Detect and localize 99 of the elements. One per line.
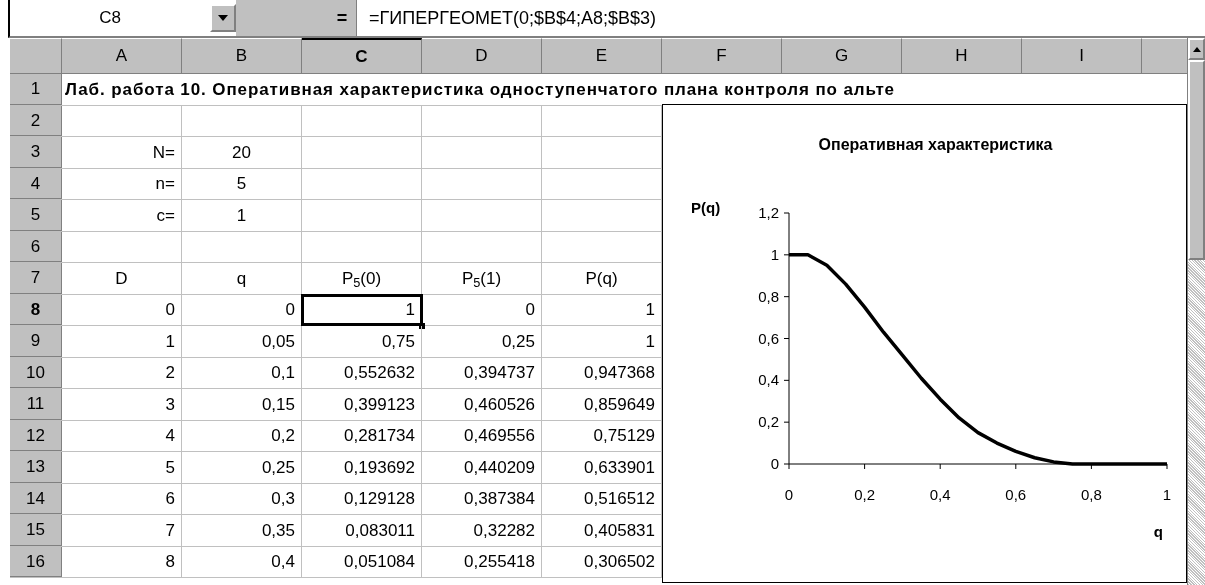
table-cell[interactable]: 0,4 [182,546,302,577]
table-cell[interactable]: 0,25 [182,452,302,483]
table-cell[interactable]: 0,32282 [422,515,542,546]
row-header[interactable]: 2 [10,105,62,136]
x-tick-label: 0,6 [1005,486,1027,503]
table-cell[interactable]: 1 [182,200,302,231]
table-cell[interactable]: 20 [182,137,302,168]
row-header[interactable]: 10 [10,357,62,388]
row-header[interactable]: 16 [10,546,62,577]
row-header[interactable]: 4 [10,168,62,199]
table-cell[interactable]: 0,1 [182,357,302,388]
table-cell[interactable]: P$_{5}$(0) [302,263,422,294]
column-header[interactable]: G [782,38,902,73]
table-cell[interactable]: 7 [62,515,182,546]
row-header[interactable]: 15 [10,515,62,546]
table-cell[interactable]: q [182,263,302,294]
row-header[interactable]: 12 [10,420,62,451]
table-cell[interactable]: 3 [62,389,182,420]
x-tick-label: 1 [1162,486,1172,503]
table-cell[interactable]: 0,05 [182,326,302,357]
table-cell[interactable]: 0,75 [302,326,422,357]
y-tick-label: 0,6 [758,329,779,347]
x-tick-label: 0,4 [929,486,951,503]
table-cell[interactable]: 0,399123 [302,389,422,420]
table-cell[interactable]: 1 [302,294,422,325]
table-cell[interactable]: 5 [182,168,302,199]
column-header[interactable]: I [1022,38,1142,73]
table-cell[interactable]: 0,552632 [302,357,422,388]
table-cell[interactable]: 1 [62,326,182,357]
table-cell[interactable]: n= [62,168,182,199]
row-header[interactable]: 3 [10,137,62,168]
table-cell[interactable]: 0,394737 [422,357,542,388]
table-cell[interactable]: 2 [62,357,182,388]
column-header[interactable]: B [182,38,302,73]
formula-field[interactable]: =ГИПЕРГЕОМЕТ(0;$B$4;A8;$B$3) [356,0,1205,36]
table-cell[interactable]: 0,2 [182,420,302,451]
table-cell[interactable]: 0,387384 [422,483,542,514]
vertical-scrollbar[interactable] [1187,38,1205,585]
row-header[interactable]: 5 [10,200,62,231]
x-axis-title: q [1153,523,1163,540]
y-tick-label: 0 [770,455,779,472]
table-cell[interactable]: P$_{5}$(1) [422,263,542,294]
column-header[interactable]: E [542,38,662,73]
column-header[interactable]: A [62,38,182,73]
table-cell[interactable]: 0,440209 [422,452,542,483]
dropdown-button[interactable] [210,4,236,32]
scroll-up-button[interactable] [1188,38,1205,60]
table-cell[interactable]: 0,3 [182,483,302,514]
x-tick-label: 0,2 [854,486,876,503]
table-cell[interactable]: N= [62,137,182,168]
chart-title: Оперативная характеристика [818,136,1053,153]
table-cell[interactable]: c= [62,200,182,231]
table-cell[interactable]: 0,15 [182,389,302,420]
table-cell[interactable]: 0,281734 [302,420,422,451]
chart-panel[interactable]: Оперативная характеристика P(q) q 0 0,2 0,4 0,6 0,8 1 1,2 0 0,2 0,4 0,6 0,8 1 [662,104,1187,583]
x-tick-label: 0,8 [1080,486,1102,503]
table-cell[interactable]: 0 [422,294,542,325]
y-tick-label: 0,2 [758,413,779,431]
table-cell[interactable]: D [62,263,182,294]
column-header[interactable]: C [302,38,422,73]
corner-cell[interactable] [10,38,62,73]
column-header[interactable]: D [422,38,542,73]
table-cell[interactable]: 5 [62,452,182,483]
row-header[interactable]: 14 [10,483,62,514]
row-header[interactable]: 1 [10,74,62,105]
table-cell[interactable]: 0,083011 [302,515,422,546]
table-cell[interactable]: 8 [62,546,182,577]
table-cell[interactable]: 0 [182,294,302,325]
y-tick-label: 1,2 [758,204,779,221]
column-header[interactable]: F [662,38,782,73]
table-cell[interactable]: 0,051084 [302,546,422,577]
row-header[interactable]: 7 [10,263,62,294]
row-header[interactable]: 6 [10,231,62,262]
table-cell[interactable]: 0,193692 [302,452,422,483]
row-header[interactable]: 8 [10,294,62,325]
x-tick-label: 0 [784,486,794,503]
table-cell[interactable]: 0 [62,294,182,325]
y-axis-title: P(q) [691,199,721,216]
table-cell[interactable]: 0,129128 [302,483,422,514]
table-cell[interactable]: 0,35 [182,515,302,546]
equals-button[interactable]: = [328,0,356,36]
table-cell[interactable]: 6 [62,483,182,514]
sheet-title: Лаб. работа 10. Оперативная характеристика одноступенчатого плана контроля по альте [64,78,896,101]
table-cell[interactable]: 0,469556 [422,420,542,451]
row-header[interactable]: 11 [10,389,62,420]
caret-icon [218,15,228,21]
row-header[interactable]: 9 [10,326,62,357]
table-cell[interactable]: 0,460526 [422,389,542,420]
table-cell[interactable]: 4 [62,420,182,451]
arrow-up-icon [1192,46,1201,52]
y-tick-label: 1 [770,245,779,263]
column-header[interactable]: H [902,38,1022,73]
scroll-thumb[interactable] [1188,60,1205,260]
y-tick-label: 0,8 [758,287,779,305]
fill-handle[interactable] [419,323,425,329]
table-cell[interactable]: 0,255418 [422,546,542,577]
y-tick-label: 0,4 [758,371,779,389]
table-cell[interactable]: 0,25 [422,326,542,357]
row-header[interactable]: 13 [10,452,62,483]
